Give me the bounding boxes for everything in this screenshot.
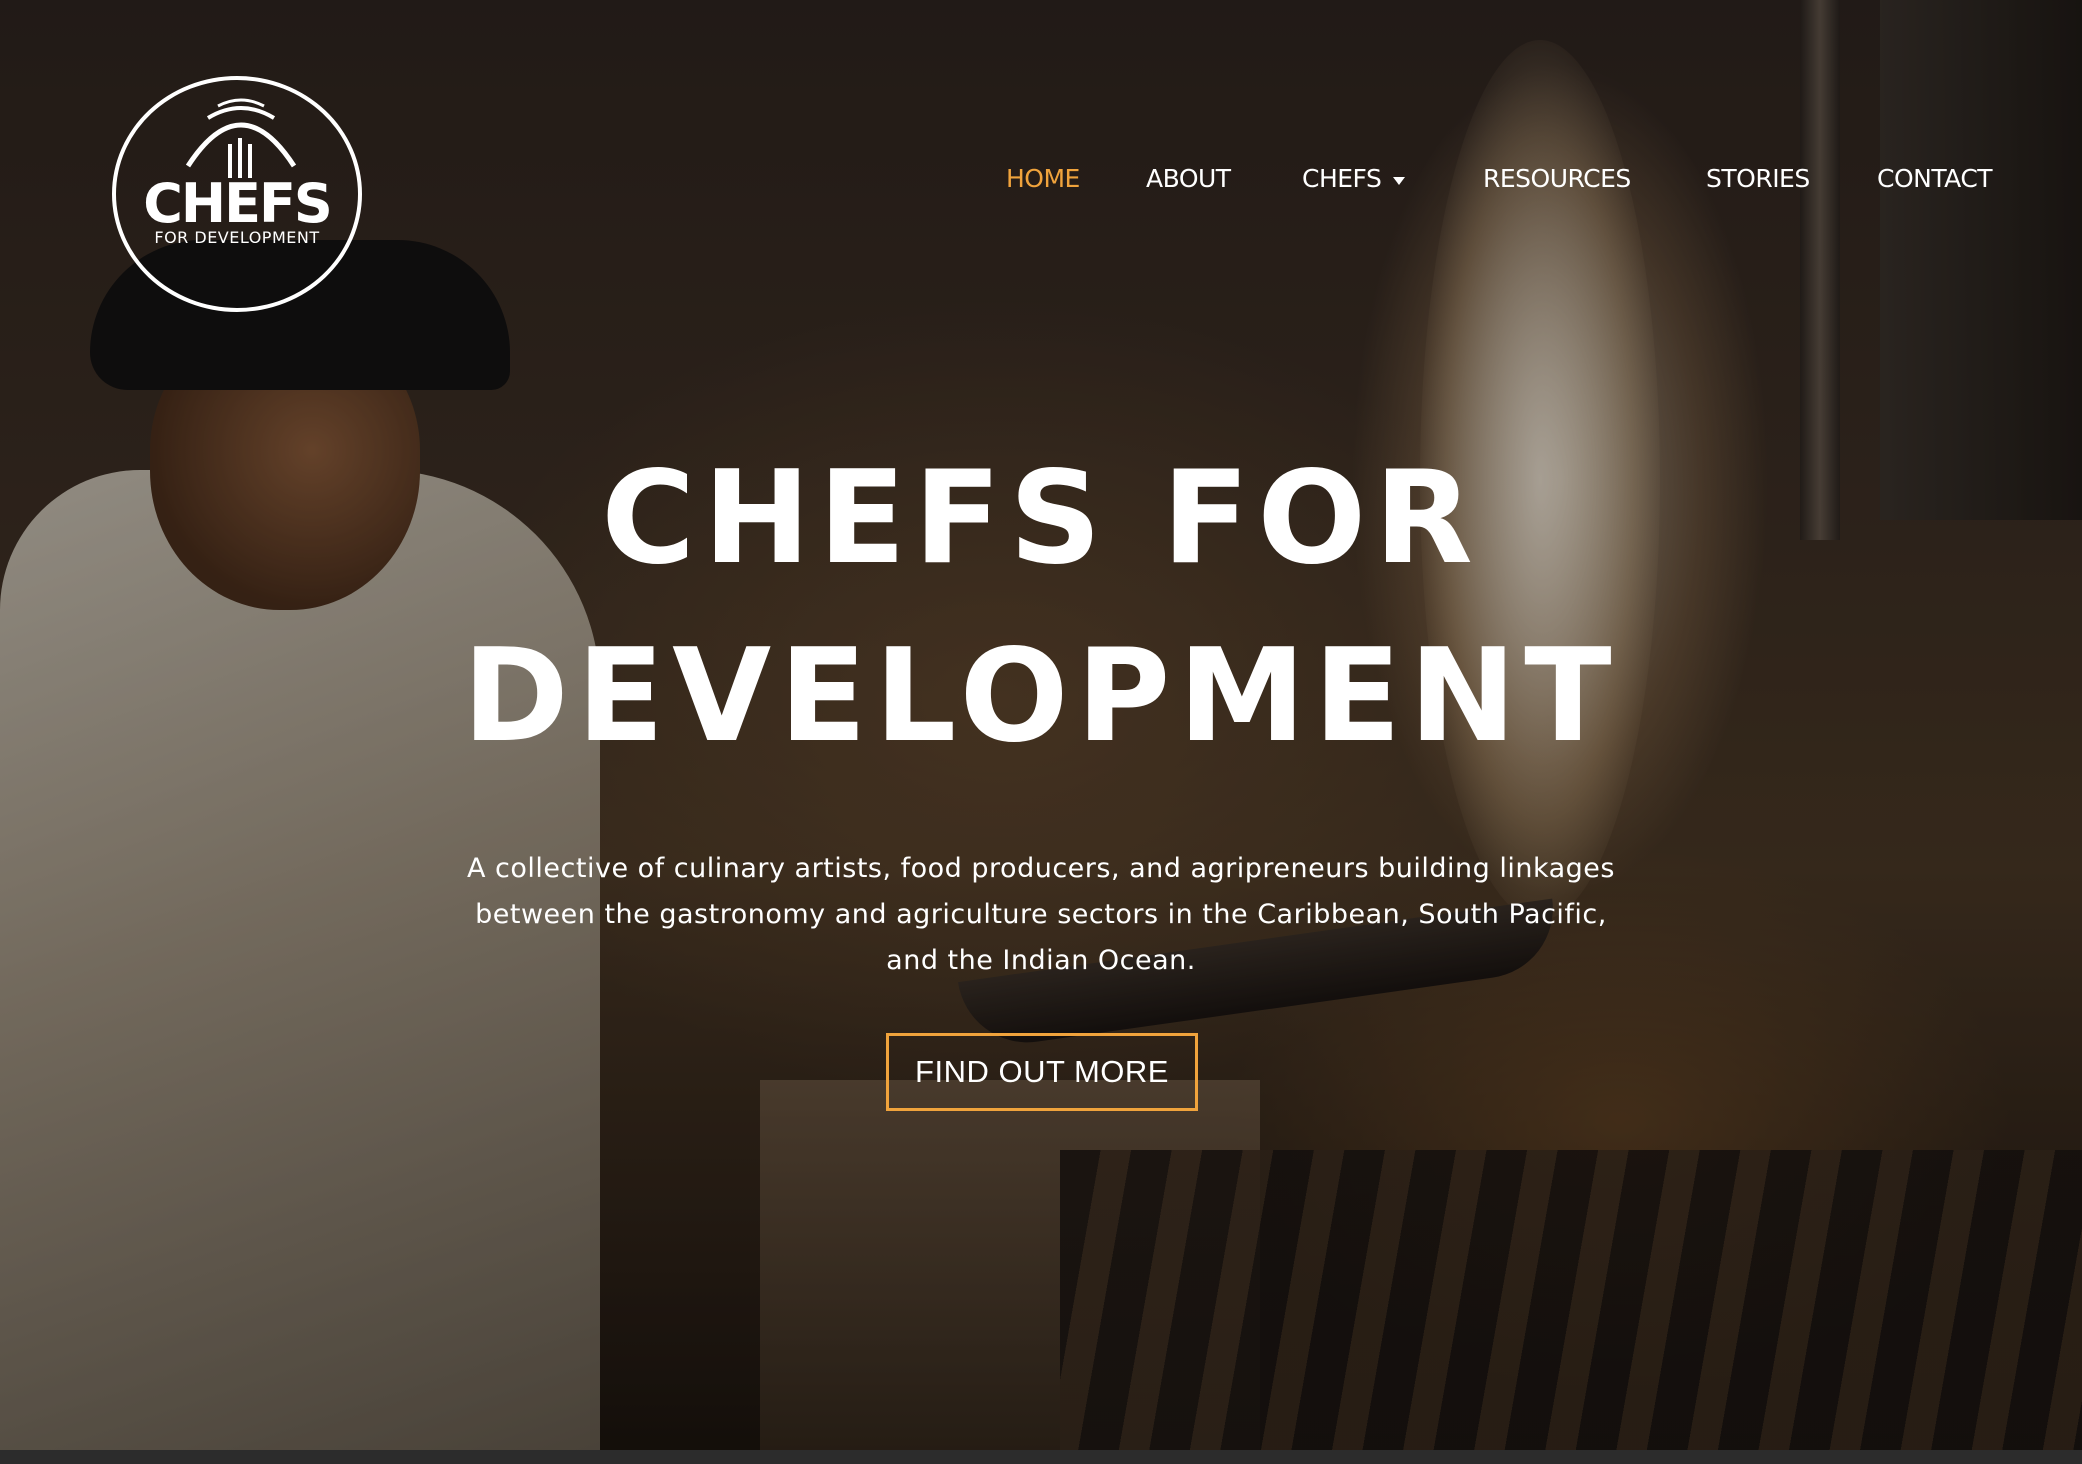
logo-subtitle: FOR DEVELOPMENT bbox=[154, 228, 320, 247]
nav-stories[interactable]: STORIES bbox=[1706, 164, 1810, 193]
nav-chefs[interactable]: CHEFS bbox=[1302, 164, 1406, 193]
bottom-border bbox=[0, 1450, 2082, 1464]
nav-contact[interactable]: CONTACT bbox=[1877, 164, 1993, 193]
nav-home[interactable]: HOME bbox=[1006, 164, 1080, 193]
hero-subtitle-line-3: and the Indian Ocean. bbox=[886, 945, 1196, 976]
hero-section: CHEFS FOR DEVELOPMENT HOME ABOUT CHEFS R… bbox=[0, 0, 2082, 1450]
chevron-down-icon bbox=[1393, 177, 1406, 185]
kitchen-counter-image bbox=[760, 1080, 1260, 1450]
nav-about[interactable]: ABOUT bbox=[1146, 164, 1231, 193]
main-nav: HOME ABOUT CHEFS RESOURCES STORIES CONTA… bbox=[0, 164, 2082, 204]
find-out-more-button[interactable]: FIND OUT MORE bbox=[886, 1033, 1198, 1111]
nav-resources[interactable]: RESOURCES bbox=[1483, 164, 1631, 193]
stove-image bbox=[1060, 1150, 2082, 1450]
hero-subtitle-line-2: between the gastronomy and agriculture s… bbox=[475, 899, 1607, 930]
hero-subtitle: A collective of culinary artists, food p… bbox=[410, 846, 1672, 984]
hero-subtitle-line-1: A collective of culinary artists, food p… bbox=[467, 853, 1615, 884]
hero-title-line-2: DEVELOPMENT bbox=[462, 622, 1620, 771]
hero-title-line-1: CHEFS FOR bbox=[601, 444, 1481, 593]
hero-title: CHEFS FOR DEVELOPMENT bbox=[0, 430, 2082, 786]
nav-chefs-label: CHEFS bbox=[1302, 164, 1382, 193]
